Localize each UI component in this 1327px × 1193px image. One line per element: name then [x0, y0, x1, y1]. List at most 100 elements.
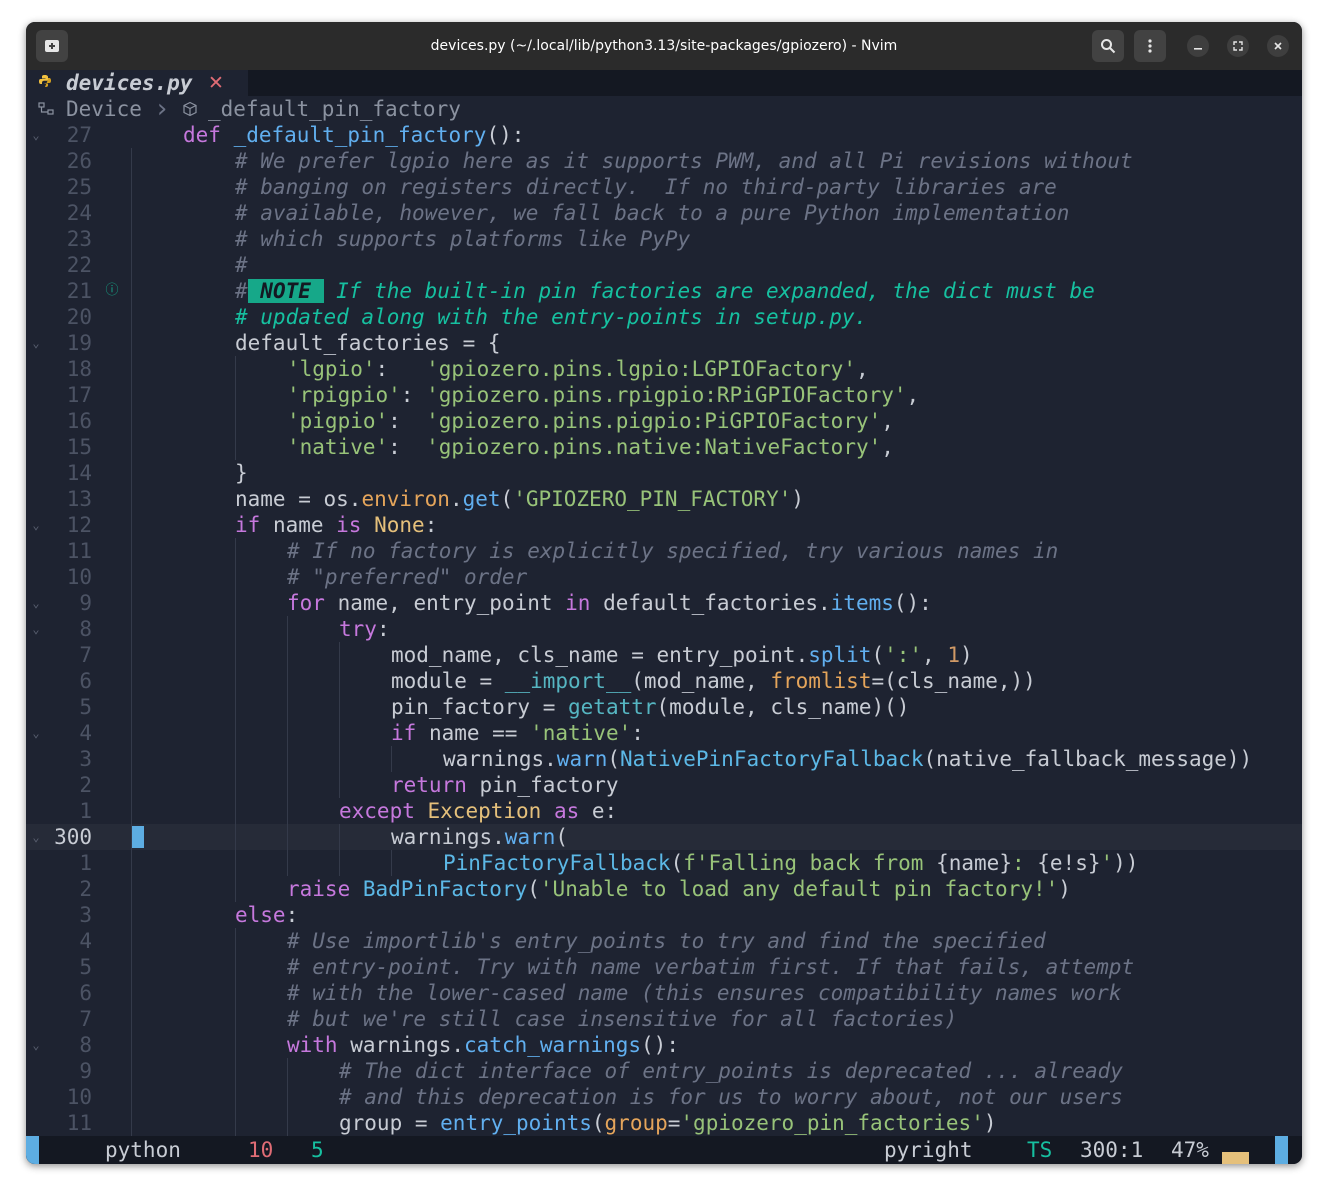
code-token: group =	[339, 1111, 441, 1135]
code-text: # The dict interface of entry_points is …	[339, 1058, 1123, 1084]
code-line[interactable]: 1 except Exception as e:	[26, 798, 1302, 824]
mode-indicator	[26, 1136, 39, 1164]
code-line[interactable]: ⌄ 19 default_factories = {	[26, 330, 1302, 356]
code-line[interactable]: 15 'native': 'gpiozero.pins.native:Native…	[26, 434, 1302, 460]
code-token: # If no factory is explicitly specified,…	[287, 539, 1059, 563]
minimize-icon[interactable]	[1187, 35, 1209, 57]
code-token: # We prefer lgpio here as it supports PW…	[235, 149, 1133, 173]
code-line[interactable]: 26 # We prefer lgpio here as it supports …	[26, 148, 1302, 174]
tab-label: devices.py	[66, 71, 193, 95]
code-line[interactable]: ⌄ 27 def _default_pin_factory():	[26, 122, 1302, 148]
editor-buffer[interactable]: ⌄ 27 def _default_pin_factory(): 26 # We pre…	[26, 122, 1302, 1136]
code-line[interactable]: 5 # entry-point. Try with name verbatim f…	[26, 954, 1302, 980]
search-icon[interactable]	[1092, 30, 1124, 62]
code-token: def	[183, 123, 234, 147]
tab-close-icon[interactable]: ✕	[208, 71, 224, 95]
code-line[interactable]: 20 # updated along with the entry-points …	[26, 304, 1302, 330]
code-token: =(cls_name,))	[871, 669, 1036, 693]
code-token: # banging on registers directly. If no t…	[235, 175, 1057, 199]
line-number: 27	[66, 123, 92, 147]
line-number: 5	[79, 695, 92, 719]
code-line[interactable]: 7 mod_name, cls_name = entry_point.split(…	[26, 642, 1302, 668]
code-line[interactable]: ⌄ 9 for name, entry_point in default_facto…	[26, 590, 1302, 616]
mode-indicator-right	[1275, 1136, 1288, 1164]
code-line[interactable]: 25 # banging on registers directly. If no…	[26, 174, 1302, 200]
close-icon[interactable]	[1267, 35, 1289, 57]
indent-guide	[131, 824, 132, 850]
code-line[interactable]: 7 # but we're still case insensitive for …	[26, 1006, 1302, 1032]
code-line[interactable]: ⌄ 300 warnings.warn(	[26, 824, 1302, 850]
code-text: 'lgpio': 'gpiozero.pins.lgpio:LGPIOFacto…	[287, 356, 869, 382]
code-token: if	[235, 513, 261, 537]
indent-guide	[287, 1058, 288, 1084]
code-token: mod_name, cls_name = entry_point.	[391, 643, 809, 667]
indent-guide	[287, 642, 288, 668]
line-number: 18	[66, 357, 92, 381]
scroll-progress-bar	[1222, 1152, 1249, 1164]
code-line[interactable]: 11 # If no factory is explicitly specifie…	[26, 538, 1302, 564]
indent-guide	[131, 746, 132, 772]
code-token: # available, however, we fall back to a …	[235, 201, 1070, 225]
code-line[interactable]: 22 #	[26, 252, 1302, 278]
code-text: group = entry_points(group='gpiozero_pin…	[339, 1110, 997, 1136]
code-text: # entry-point. Try with name verbatim fi…	[287, 954, 1134, 980]
breadcrumb-function[interactable]: _default_pin_factory	[208, 96, 461, 122]
breadcrumb: Device › _default_pin_factory	[26, 96, 1302, 122]
code-line[interactable]: 16 'pigpio': 'gpiozero.pins.pigpio:PiGPIO…	[26, 408, 1302, 434]
code-line[interactable]: 10 # "preferred" order	[26, 564, 1302, 590]
code-line[interactable]: 6 # with the lower-cased name (this ensur…	[26, 980, 1302, 1006]
hint-count[interactable]: 5	[311, 1136, 324, 1164]
code-token: 'Unable to load any default pin factory!…	[539, 877, 1059, 901]
code-line[interactable]: 2 raise BadPinFactory('Unable to load any…	[26, 876, 1302, 902]
indent-guide	[131, 330, 132, 356]
code-token: BadPinFactory	[362, 877, 528, 901]
line-number: 5	[79, 955, 92, 979]
code-token: (native_fallback_message))	[923, 747, 1253, 771]
code-line[interactable]: 4 # Use importlib's entry_points to try a…	[26, 928, 1302, 954]
code-line[interactable]: 3 else:	[26, 902, 1302, 928]
breadcrumb-class[interactable]: Device	[66, 96, 142, 122]
code-token: 'rpigpio'	[287, 383, 401, 407]
code-line[interactable]: 2 return pin_factory	[26, 772, 1302, 798]
code-token: :	[631, 721, 644, 745]
code-line[interactable]: 1 PinFactoryFallback(f'Falling back from …	[26, 850, 1302, 876]
code-line[interactable]: 21 ⓘ # NOTE If the built-in pin factories …	[26, 278, 1302, 304]
error-count[interactable]: 10	[248, 1136, 273, 1164]
code-line[interactable]: ⌄ 8 try:	[26, 616, 1302, 642]
code-line[interactable]: 17 'rpigpio': 'gpiozero.pins.rpigpio:RPiG…	[26, 382, 1302, 408]
indent-guide	[235, 564, 236, 590]
code-text: def _default_pin_factory():	[183, 122, 524, 148]
code-text: warnings.warn(	[391, 824, 568, 850]
code-line[interactable]: ⌄ 12 if name is None:	[26, 512, 1302, 538]
code-line[interactable]: 18 'lgpio': 'gpiozero.pins.lgpio:LGPIOFac…	[26, 356, 1302, 382]
info-sign-icon: ⓘ	[105, 283, 119, 298]
code-line[interactable]: 24 # available, however, we fall back to …	[26, 200, 1302, 226]
code-token: # and this deprecation is for us to worr…	[339, 1085, 1123, 1109]
line-number: 3	[79, 903, 92, 927]
code-line[interactable]: ⌄ 8 with warnings.catch_warnings():	[26, 1032, 1302, 1058]
code-token: (	[555, 825, 569, 849]
code-token: 'gpiozero_pin_factories'	[680, 1111, 984, 1135]
code-text: # banging on registers directly. If no t…	[235, 174, 1057, 200]
line-number: 10	[66, 565, 92, 589]
code-line[interactable]: ⌄ 4 if name == 'native':	[26, 720, 1302, 746]
code-text: # but we're still case insensitive for a…	[287, 1006, 957, 1032]
tab-devices-py[interactable]: devices.py ✕	[26, 70, 248, 96]
kebab-menu-icon[interactable]	[1134, 30, 1166, 62]
indent-guide	[131, 720, 132, 746]
code-token: (module, cls_name)()	[656, 695, 910, 719]
indent-guide	[287, 668, 288, 694]
lsp-client[interactable]: pyright	[884, 1136, 973, 1164]
code-line[interactable]: 10 # and this deprecation is for us to wo…	[26, 1084, 1302, 1110]
code-line[interactable]: 14}	[26, 460, 1302, 486]
indent-guide	[131, 1058, 132, 1084]
code-line[interactable]: 11 group = entry_points(group='gpiozero_p…	[26, 1110, 1302, 1136]
code-line[interactable]: 13 name = os.environ.get('GPIOZERO_PIN_FA…	[26, 486, 1302, 512]
code-line[interactable]: 3 warnings.warn(NativePinFactoryFallback(…	[26, 746, 1302, 772]
maximize-icon[interactable]	[1227, 35, 1249, 57]
code-line[interactable]: 6 module = __import__(mod_name, fromlist=…	[26, 668, 1302, 694]
code-line[interactable]: 23 # which supports platforms like PyPy	[26, 226, 1302, 252]
code-line[interactable]: 5 pin_factory = getattr(module, cls_name)…	[26, 694, 1302, 720]
code-line[interactable]: 9 # The dict interface of entry_points is…	[26, 1058, 1302, 1084]
